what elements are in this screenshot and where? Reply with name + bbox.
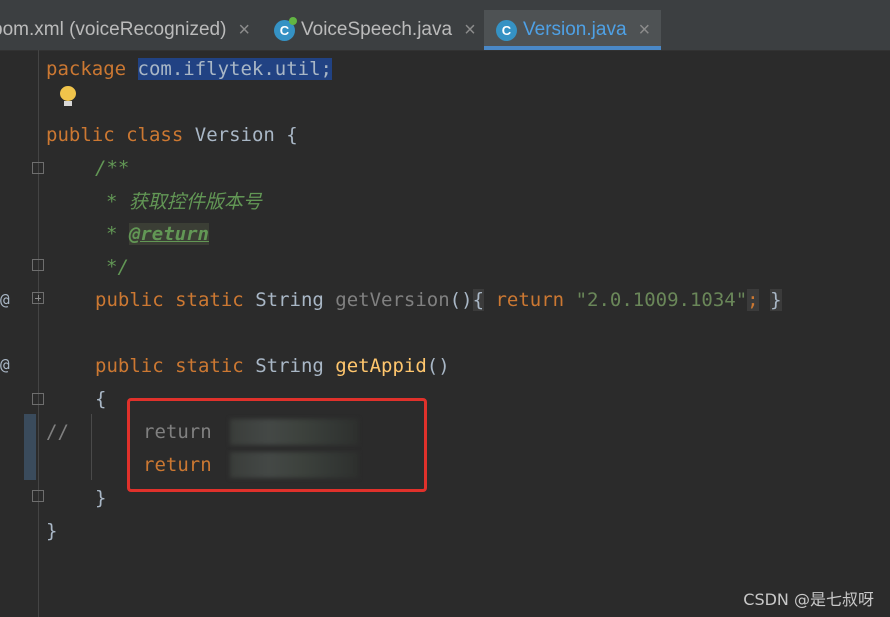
vcs-change-marker[interactable] [24, 414, 36, 480]
keyword: static [175, 288, 244, 311]
expand-fold-icon[interactable] [32, 292, 44, 304]
semicolon: ; [747, 288, 759, 311]
code-line-open-brace: { [95, 382, 106, 415]
fold-marker-icon[interactable] [32, 259, 44, 271]
close-icon[interactable]: × [639, 19, 651, 42]
code-line-class-decl: public class Version { [46, 118, 298, 151]
keyword: class [126, 123, 184, 146]
code-line-comment-marker: // [46, 415, 69, 448]
code-line-javadoc-return: * @return [106, 217, 209, 250]
brace: } [46, 519, 58, 542]
keyword: public [95, 354, 164, 377]
override-marker-icon[interactable]: @ [0, 290, 10, 309]
doc-comment: * [106, 222, 118, 245]
string-literal: "2.0.1009.1034" [575, 288, 748, 311]
keyword: public [95, 288, 164, 311]
keyword: return [495, 288, 565, 311]
java-class-icon: C [496, 19, 517, 41]
parens: () [426, 354, 450, 377]
java-class-icon: C [274, 16, 297, 41]
tab-version-java[interactable]: C Version.java × [484, 10, 661, 50]
code-line-javadoc-open: /** [95, 151, 129, 184]
doc-comment: /** [95, 156, 130, 179]
code-line-get-version: public static String getVersion(){ retur… [95, 283, 782, 316]
keyword: static [175, 354, 244, 377]
doc-comment: */ [106, 255, 129, 278]
override-marker-icon[interactable]: @ [0, 355, 10, 374]
tab-label: pom.xml (voiceRecognized) [0, 19, 227, 40]
fold-marker-icon[interactable] [32, 162, 44, 174]
keyword: package [46, 57, 127, 80]
code-editor[interactable]: package com.iflytek.util; public class V… [0, 0, 890, 617]
brace: } [95, 486, 107, 509]
close-icon[interactable]: × [464, 19, 476, 42]
class-name: Version [194, 123, 275, 146]
code-line-get-appid: public static String getAppid() [95, 349, 450, 382]
method-name: getVersion [335, 288, 450, 311]
gutter-divider [38, 50, 39, 617]
selected-package-name: com.iflytek.util; [137, 57, 332, 80]
folded-brace[interactable]: } [770, 288, 782, 311]
parens: () [449, 288, 473, 311]
fold-marker-icon[interactable] [32, 393, 44, 405]
tab-pom-xml[interactable]: pom.xml (voiceRecognized) × [0, 10, 260, 50]
code-line-package: package com.iflytek.util; [46, 52, 332, 85]
code-line-class-close: } [46, 514, 57, 547]
method-name: getAppid [335, 354, 427, 377]
line-comment-marker: // [46, 420, 69, 443]
keyword: public [46, 123, 115, 146]
close-icon[interactable]: × [238, 19, 250, 42]
type-name: String [255, 354, 324, 377]
code-line-javadoc-desc: * 获取控件版本号 [106, 184, 262, 217]
tab-label: VoiceSpeech.java [301, 19, 453, 40]
tab-label: Version.java [523, 19, 627, 40]
folded-brace[interactable]: { [472, 288, 485, 311]
lightbulb-icon[interactable] [60, 86, 76, 106]
fold-marker-icon[interactable] [32, 490, 44, 502]
editor-tab-bar: pom.xml (voiceRecognized) × C VoiceSpeec… [0, 0, 890, 51]
indent-guide [91, 414, 92, 480]
code-line-method-close: } [95, 481, 106, 514]
doc-comment: * 获取控件版本号 [106, 191, 262, 213]
watermark: CSDN @是七叔呀 [743, 590, 874, 609]
doc-tag: @return [128, 222, 209, 245]
brace: { [286, 123, 298, 146]
brace: { [95, 387, 107, 410]
ide-window: pom.xml (voiceRecognized) × C VoiceSpeec… [0, 0, 890, 617]
code-line-javadoc-close: */ [106, 250, 129, 283]
tab-voicespeech-java[interactable]: C VoiceSpeech.java × [274, 10, 486, 50]
type-name: String [255, 288, 324, 311]
annotation-highlight-box [127, 398, 427, 492]
